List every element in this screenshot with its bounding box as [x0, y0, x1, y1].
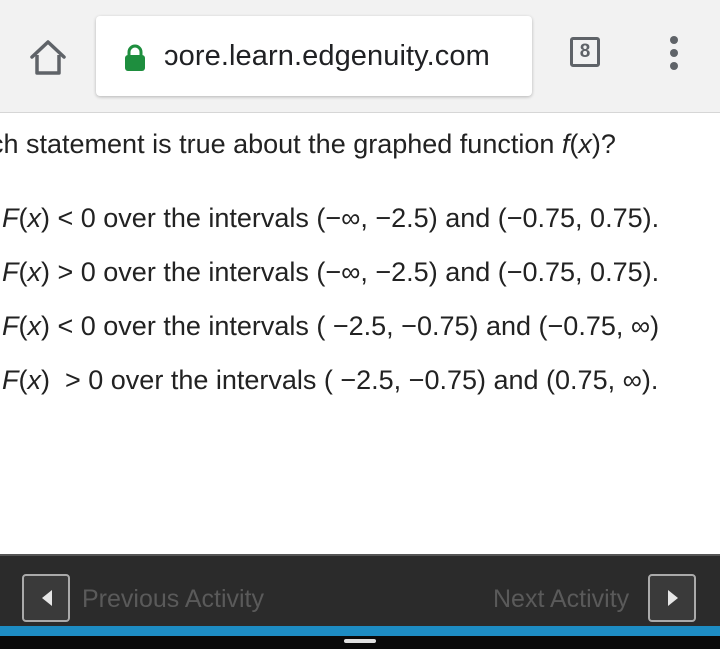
address-bar[interactable]: ɔore.learn.edgenuity.com	[96, 16, 532, 96]
system-navigation-bar	[0, 636, 720, 649]
previous-activity-label[interactable]: Previous Activity	[82, 584, 264, 614]
answer-option-1[interactable]: F(x) < 0 over the intervals (−∞, −2.5) a…	[2, 200, 659, 236]
next-activity-button[interactable]	[648, 574, 696, 622]
url-text: ɔore.learn.edgenuity.com	[164, 40, 490, 72]
accent-strip	[0, 626, 720, 636]
answer-option-4[interactable]: F(x) > 0 over the intervals ( −2.5, −0.7…	[2, 362, 658, 398]
tab-switcher-button[interactable]: 8	[570, 37, 600, 67]
answer-option-3[interactable]: F(x) < 0 over the intervals ( −2.5, −0.7…	[2, 308, 659, 344]
question-text: ch statement is true about the graphed f…	[0, 129, 616, 159]
chevron-left-icon	[42, 590, 52, 606]
previous-activity-button[interactable]	[22, 574, 70, 622]
gesture-handle[interactable]	[344, 639, 376, 643]
home-icon[interactable]	[26, 36, 70, 80]
answer-option-2[interactable]: F(x) > 0 over the intervals (−∞, −2.5) a…	[2, 254, 659, 290]
chevron-right-icon	[668, 590, 678, 606]
next-activity-label[interactable]: Next Activity	[493, 584, 629, 614]
tab-count: 8	[579, 41, 591, 62]
more-options-icon[interactable]	[664, 36, 684, 76]
browser-toolbar: ɔore.learn.edgenuity.com 8	[0, 0, 720, 113]
activity-nav-bar: Previous Activity Next Activity	[0, 554, 720, 628]
lock-icon	[124, 44, 146, 72]
